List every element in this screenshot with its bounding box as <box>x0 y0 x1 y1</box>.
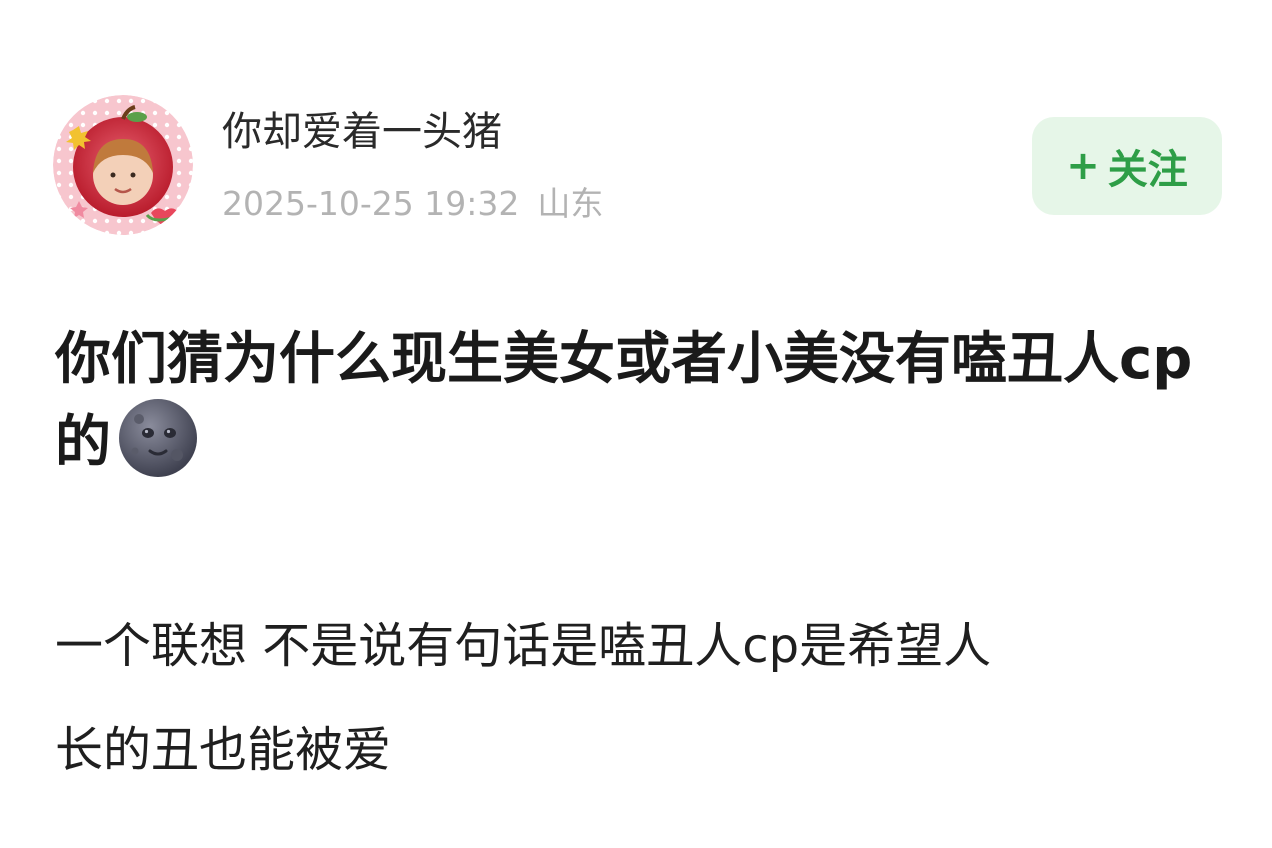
post-meta: 2025-10-25 19:32 山东 <box>222 181 603 227</box>
post-body: 一个联想 不是说有句话是嗑丑人cp是希望人 长的丑也能被爱 <box>55 610 1225 786</box>
post-title: 你们猜为什么现生美女或者小美没有嗑丑人cp的 <box>55 322 1225 480</box>
new-moon-face-icon <box>119 399 197 477</box>
plus-icon: + <box>1066 143 1100 189</box>
post-timestamp: 2025-10-25 19:32 <box>222 184 520 223</box>
post-body-line: 长的丑也能被爱 <box>55 722 392 778</box>
avatar-image <box>53 95 193 235</box>
avatar[interactable] <box>53 95 193 235</box>
post-body-line: 一个联想 不是说有句话是嗑丑人cp是希望人 <box>55 618 992 674</box>
post-title-text: 你们猜为什么现生美女或者小美没有嗑丑人cp的 <box>55 327 1193 475</box>
follow-button[interactable]: + 关注 <box>1032 117 1222 215</box>
follow-button-label: 关注 <box>1107 147 1188 193</box>
post-location: 山东 <box>537 184 604 223</box>
author-name[interactable]: 你却爱着一头猪 <box>222 104 502 160</box>
